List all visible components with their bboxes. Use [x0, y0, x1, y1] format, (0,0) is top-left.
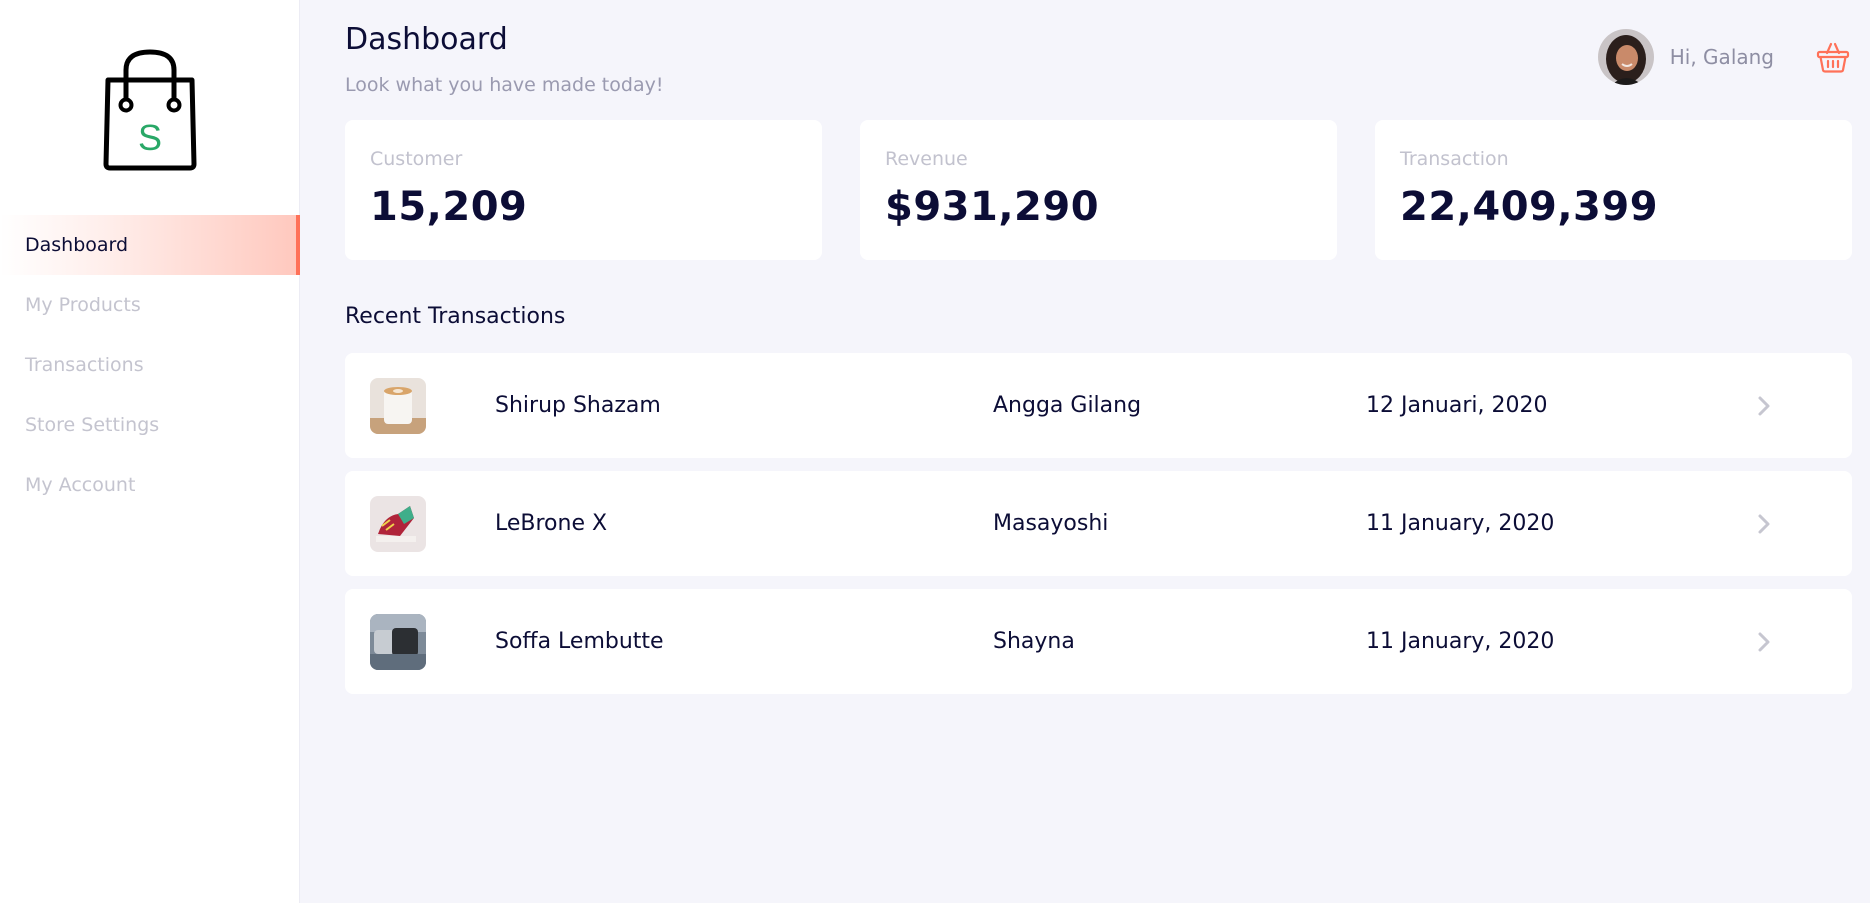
transaction-date: 12 Januari, 2020: [1366, 393, 1548, 418]
sofa-thumbnail: [370, 614, 426, 670]
user-photo-icon: [1597, 29, 1654, 85]
transaction-customer: Masayoshi: [993, 511, 1109, 536]
transaction-row[interactable]: Soffa Lembutte Shayna 11 January, 2020: [345, 589, 1852, 694]
stats-row: Customer 15,209 Revenue $931,290 Transac…: [345, 120, 1852, 260]
page-title: Dashboard: [345, 22, 508, 57]
transaction-product: LeBrone X: [495, 511, 608, 536]
stat-label: Customer: [370, 148, 463, 170]
page-subtitle: Look what you have made today!: [345, 74, 664, 96]
chevron-right-icon[interactable]: [1754, 394, 1774, 418]
transaction-customer: Angga Gilang: [993, 393, 1142, 418]
sidebar-item-my-account[interactable]: My Account: [0, 455, 300, 515]
chevron-right-icon[interactable]: [1754, 630, 1774, 654]
sidebar-item-store-settings[interactable]: Store Settings: [0, 395, 300, 455]
stat-value: 22,409,399: [1400, 184, 1659, 230]
transaction-row[interactable]: LeBrone X Masayoshi 11 January, 2020: [345, 471, 1852, 576]
sidebar-nav: Dashboard My Products Transactions Store…: [0, 215, 300, 515]
user-greeting: Hi, Galang: [1669, 45, 1774, 69]
sidebar-item-dashboard[interactable]: Dashboard: [0, 215, 300, 275]
stat-card-revenue: Revenue $931,290: [860, 120, 1337, 260]
store-logo[interactable]: S: [98, 46, 202, 172]
stat-value: 15,209: [370, 184, 528, 230]
basket-icon[interactable]: [1816, 40, 1850, 74]
transaction-row[interactable]: Shirup Shazam Angga Gilang 12 Januari, 2…: [345, 353, 1852, 458]
transaction-customer: Shayna: [993, 629, 1075, 654]
transaction-date: 11 January, 2020: [1366, 629, 1555, 654]
transaction-date: 11 January, 2020: [1366, 511, 1555, 536]
chevron-right-icon[interactable]: [1754, 512, 1774, 536]
stat-card-customer: Customer 15,209: [345, 120, 822, 260]
recent-transactions-title: Recent Transactions: [345, 304, 566, 329]
avatar[interactable]: [1597, 29, 1654, 85]
stat-value: $931,290: [885, 184, 1100, 230]
sneaker-thumbnail: [370, 496, 426, 552]
sidebar-item-transactions[interactable]: Transactions: [0, 335, 300, 395]
transaction-product: Shirup Shazam: [495, 393, 661, 418]
sidebar: S Dashboard My Products Transactions Sto…: [0, 0, 300, 903]
recent-transactions-list: Shirup Shazam Angga Gilang 12 Januari, 2…: [345, 353, 1852, 707]
user-menu[interactable]: Hi, Galang: [1597, 28, 1852, 86]
transaction-product: Soffa Lembutte: [495, 629, 664, 654]
logo-letter: S: [138, 117, 162, 158]
coffee-cup-thumbnail: [370, 378, 426, 434]
sidebar-item-my-products[interactable]: My Products: [0, 275, 300, 335]
stat-label: Revenue: [885, 148, 968, 170]
stat-label: Transaction: [1400, 148, 1509, 170]
stat-card-transaction: Transaction 22,409,399: [1375, 120, 1852, 260]
shopping-bag-icon: S: [103, 49, 197, 171]
